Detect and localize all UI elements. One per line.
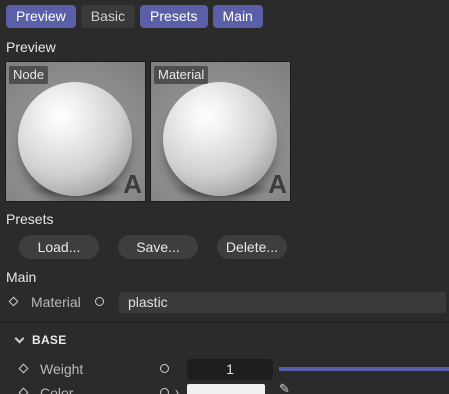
tab-basic[interactable]: Basic xyxy=(80,5,136,28)
tab-presets[interactable]: Presets xyxy=(140,5,208,28)
material-panel: Preview Basic Presets Main Preview Node … xyxy=(0,0,449,394)
chevron-down-icon[interactable] xyxy=(14,333,25,344)
base-group-label[interactable]: BASE xyxy=(32,333,67,347)
save-preset-button[interactable]: Save... xyxy=(118,235,198,259)
preview-sphere xyxy=(18,82,132,196)
link-circle-icon[interactable] xyxy=(160,364,169,373)
material-label: Material xyxy=(31,294,81,310)
tab-bar: Preview Basic Presets Main xyxy=(6,5,263,28)
preview-sphere xyxy=(163,82,277,196)
delete-preset-button[interactable]: Delete... xyxy=(217,235,287,259)
keyframe-diamond-icon[interactable] xyxy=(8,296,19,307)
weight-label: Weight xyxy=(40,361,84,377)
weight-input[interactable]: 1 xyxy=(187,359,273,380)
tab-main[interactable]: Main xyxy=(212,5,263,28)
color-label: Color xyxy=(40,385,74,394)
link-circle-icon[interactable] xyxy=(160,388,169,394)
tab-preview[interactable]: Preview xyxy=(6,5,76,28)
weight-slider[interactable] xyxy=(279,367,449,371)
thumbnail-letter: A xyxy=(123,169,142,199)
main-heading: Main xyxy=(6,269,37,285)
material-preview-thumbnail[interactable]: Material A xyxy=(150,61,291,202)
keyframe-diamond-icon[interactable] xyxy=(18,387,29,394)
node-preview-thumbnail[interactable]: Node A xyxy=(5,61,146,202)
presets-heading: Presets xyxy=(6,211,54,227)
chevron-right-icon[interactable]: › xyxy=(175,385,179,394)
keyframe-diamond-icon[interactable] xyxy=(18,363,29,374)
preview-heading: Preview xyxy=(6,39,56,55)
eyedropper-icon[interactable]: ✎ xyxy=(279,381,290,394)
thumbnail-tag: Material xyxy=(154,66,209,84)
divider xyxy=(0,322,449,323)
thumbnail-letter: A xyxy=(268,169,287,199)
color-swatch[interactable] xyxy=(187,384,265,394)
thumbnail-tag: Node xyxy=(9,66,49,84)
material-field[interactable]: plastic xyxy=(119,292,446,313)
link-circle-icon[interactable] xyxy=(95,297,104,306)
load-preset-button[interactable]: Load... xyxy=(19,235,99,259)
